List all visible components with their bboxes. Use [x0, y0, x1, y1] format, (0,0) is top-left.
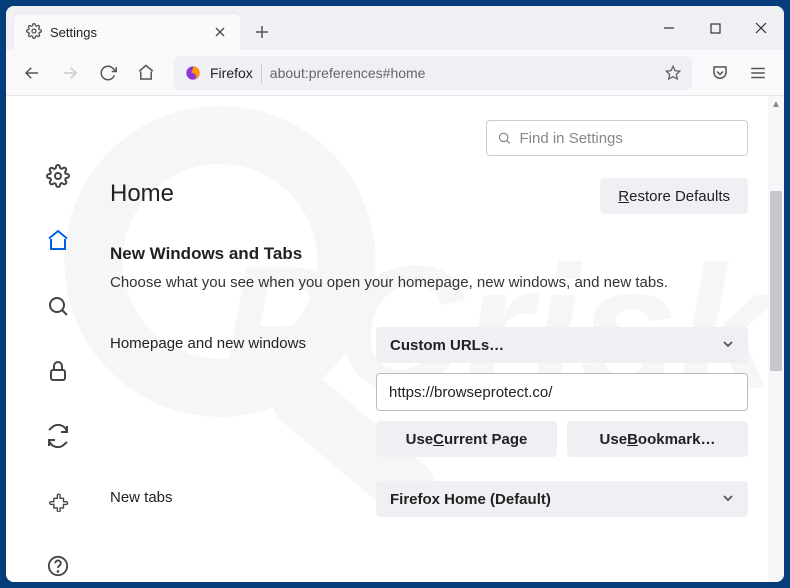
chevron-down-icon — [722, 491, 734, 508]
use-bookmark-button[interactable]: Use Bookmark… — [567, 421, 748, 457]
gear-icon — [26, 23, 42, 42]
search-icon — [497, 130, 512, 146]
firefox-icon — [184, 64, 202, 82]
vertical-scrollbar[interactable]: ▲ — [768, 96, 784, 582]
urlbar-url: about:preferences#home — [270, 65, 656, 81]
sidebar-item-sync[interactable] — [41, 419, 75, 452]
sidebar-item-home[interactable] — [41, 225, 75, 258]
sidebar-item-extensions[interactable] — [41, 484, 75, 517]
maximize-button[interactable] — [692, 6, 738, 50]
use-current-page-button[interactable]: Use Current Page — [376, 421, 557, 457]
sidebar-item-general[interactable] — [41, 160, 75, 193]
settings-main: Home Restore Defaults New Windows and Ta… — [110, 96, 784, 582]
homepage-url-input[interactable] — [376, 373, 748, 411]
bookmark-star-icon[interactable] — [664, 64, 682, 82]
newtabs-label: New tabs — [110, 481, 376, 506]
home-nav-button[interactable] — [130, 57, 162, 89]
sidebar-item-search[interactable] — [41, 290, 75, 323]
restore-defaults-button[interactable]: Restore Defaults — [600, 178, 748, 214]
nav-toolbar: Firefox about:preferences#home — [6, 50, 784, 96]
tab-strip: Settings — [6, 6, 784, 50]
homepage-mode-select[interactable]: Custom URLs… — [376, 327, 748, 363]
homepage-label: Homepage and new windows — [110, 327, 376, 352]
tab-settings[interactable]: Settings — [14, 14, 240, 50]
settings-sidebar — [6, 96, 110, 582]
chevron-down-icon — [722, 337, 734, 354]
find-in-settings-input[interactable] — [520, 130, 738, 147]
reload-button[interactable] — [92, 57, 124, 89]
app-menu-button[interactable] — [742, 57, 774, 89]
back-button[interactable] — [16, 57, 48, 89]
url-bar[interactable]: Firefox about:preferences#home — [174, 56, 692, 90]
tab-title: Settings — [50, 25, 97, 40]
scrollbar-up-arrow[interactable]: ▲ — [768, 96, 784, 112]
sidebar-item-help[interactable] — [41, 549, 75, 582]
pocket-button[interactable] — [704, 57, 736, 89]
urlbar-brand: Firefox — [210, 65, 253, 81]
find-in-settings[interactable] — [486, 120, 748, 156]
forward-button[interactable] — [54, 57, 86, 89]
scrollbar-thumb[interactable] — [770, 191, 782, 371]
minimize-button[interactable] — [646, 6, 692, 50]
section-title: New Windows and Tabs — [110, 244, 748, 264]
section-desc: Choose what you see when you open your h… — [110, 274, 748, 291]
window-controls — [646, 6, 784, 50]
newtabs-value: Firefox Home (Default) — [390, 491, 551, 508]
newtabs-select[interactable]: Firefox Home (Default) — [376, 481, 748, 517]
homepage-mode-value: Custom URLs… — [390, 337, 504, 354]
close-tab-icon[interactable] — [212, 24, 228, 40]
urlbar-separator — [261, 63, 262, 83]
close-window-button[interactable] — [738, 6, 784, 50]
new-tab-button[interactable] — [246, 16, 278, 48]
sidebar-item-privacy[interactable] — [41, 355, 75, 388]
content-area: PCrisk.com Home — [6, 96, 784, 582]
